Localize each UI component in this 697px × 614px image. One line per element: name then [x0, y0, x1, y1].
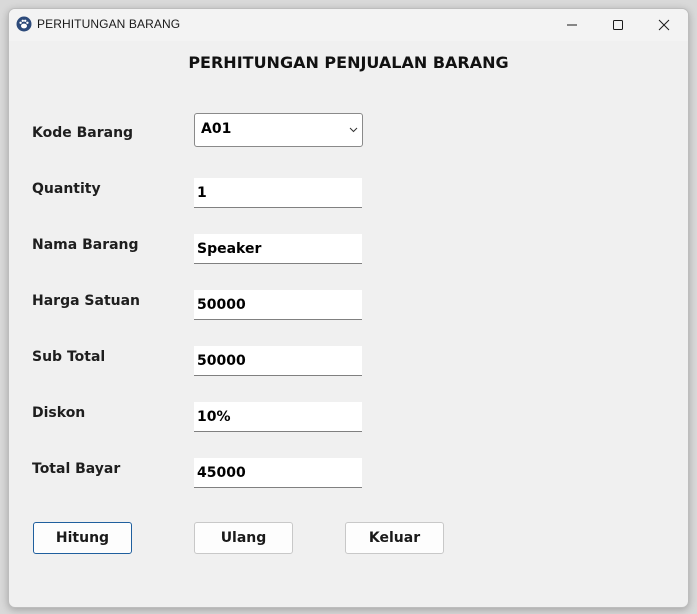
ulang-button[interactable]: Ulang — [194, 522, 293, 554]
keluar-button[interactable]: Keluar — [345, 522, 444, 554]
nama-barang-label: Nama Barang — [32, 237, 139, 253]
diskon-input[interactable] — [194, 402, 362, 432]
sub-total-label: Sub Total — [32, 349, 106, 365]
maximize-button[interactable] — [595, 9, 641, 41]
app-window: PERHITUNGAN BARANG PERHITUNGAN PENJUALAN… — [8, 8, 689, 608]
kode-barang-combobox[interactable]: A01 — [194, 113, 363, 147]
window-title: PERHITUNGAN BARANG — [37, 17, 181, 31]
paw-icon[interactable] — [16, 16, 32, 32]
diskon-label: Diskon — [32, 405, 86, 421]
total-bayar-label: Total Bayar — [32, 461, 121, 477]
sub-total-input[interactable] — [194, 346, 362, 376]
nama-barang-input[interactable] — [194, 234, 362, 264]
close-button[interactable] — [641, 9, 687, 41]
form-heading: PERHITUNGAN PENJUALAN BARANG — [188, 53, 509, 72]
minimize-button[interactable] — [549, 9, 595, 41]
chevron-down-icon[interactable] — [349, 127, 358, 133]
harga-satuan-label: Harga Satuan — [32, 293, 141, 309]
quantity-label: Quantity — [32, 181, 101, 197]
kode-barang-label: Kode Barang — [32, 125, 134, 141]
hitung-button[interactable]: Hitung — [33, 522, 132, 554]
title-bar[interactable]: PERHITUNGAN BARANG — [9, 9, 688, 41]
maximize-icon — [613, 20, 623, 30]
quantity-input[interactable] — [194, 178, 362, 208]
close-icon — [658, 19, 670, 31]
minimize-icon — [567, 24, 577, 26]
harga-satuan-input[interactable] — [194, 290, 362, 320]
kode-barang-value: A01 — [201, 121, 232, 137]
total-bayar-input[interactable] — [194, 458, 362, 488]
